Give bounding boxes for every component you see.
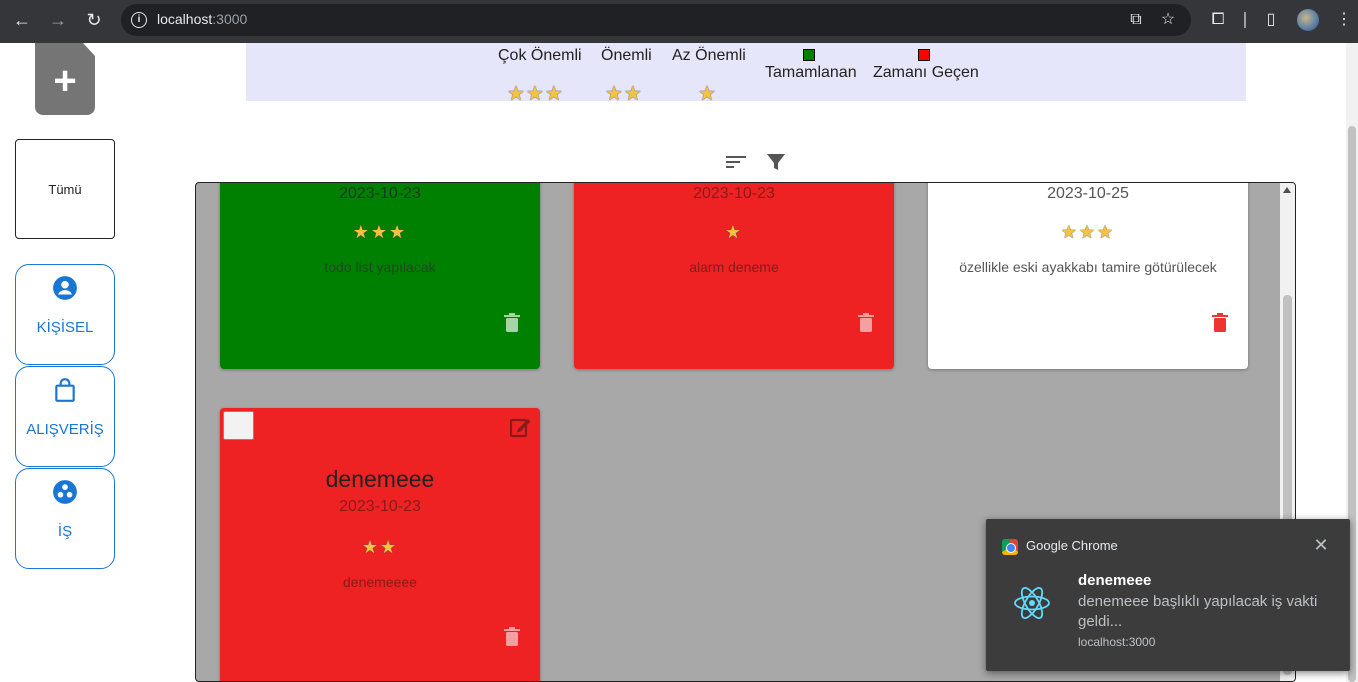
todo-card[interactable]: 2023-10-23 ★ alarm deneme [574,183,894,369]
delete-icon[interactable] [858,313,874,333]
card-date: 2023-10-23 [339,498,421,515]
legend-completed-label: Tamamlanan [765,64,857,81]
browser-toolbar: ← → ↻ i localhost:3000 ⧉ ☆ ⧠ ▯ ⋮ [0,0,1358,43]
sort-icon[interactable] [725,153,747,171]
notification-body: denemeee başlıklı yapılacak iş vakti gel… [1078,593,1318,630]
shopping-bag-icon [16,377,114,408]
notification-app-name: Google Chrome [1026,538,1118,553]
forward-icon[interactable]: → [44,8,72,32]
category-personal-button[interactable]: KİŞİSEL [15,264,115,365]
edit-icon[interactable] [509,416,532,438]
more-menu-icon[interactable]: ⋮ [1332,9,1356,31]
extensions-icon[interactable]: ⧠ [1206,9,1230,31]
add-note-button[interactable]: + [35,43,95,115]
reload-icon[interactable]: ↻ [80,8,108,32]
card-description: todo list yapılacak [324,259,436,275]
react-logo-icon [1012,583,1052,623]
card-description: özellikle eski ayakkabı tamire götürülec… [959,259,1217,275]
close-icon[interactable]: ✕ [1311,535,1331,556]
delete-icon[interactable] [504,313,520,333]
card-date: 2023-10-25 [1047,185,1129,202]
todo-card[interactable]: 2023-10-23 ★★★ todo list yapılacak [220,183,540,369]
back-icon[interactable]: ← [8,8,36,32]
notification-origin: localhost:3000 [1078,635,1156,649]
todo-card[interactable]: 2023-10-25 ★★★ özellikle eski ayakkabı t… [928,183,1248,369]
legend-completed-swatch [803,49,815,61]
category-work-label: İŞ [57,523,73,540]
profile-avatar[interactable] [1297,9,1319,31]
category-shopping-button[interactable]: ALIŞVERİŞ [15,366,115,467]
card-stars: ★ [724,222,744,242]
card-description: alarm deneme [689,259,779,275]
card-checkbox[interactable] [223,411,254,440]
legend-medium-label: Önemli [601,47,652,64]
filter-icon[interactable] [766,152,786,172]
delete-icon[interactable] [504,627,520,647]
card-title: denemeee [325,466,435,492]
address-bar[interactable]: i localhost:3000 ⧉ ☆ [121,4,1191,36]
legend-low-stars: ★ [698,83,717,105]
legend-low-label: Az Önemli [672,47,746,64]
all-category-label: Tümü [48,181,82,197]
bookmark-star-icon[interactable]: ☆ [1157,9,1179,31]
scroll-up-arrow-icon[interactable] [1283,187,1291,193]
workspaces-icon [16,479,114,510]
browser-notification[interactable]: Google Chrome ✕ denemeee denemeee başlık… [986,519,1350,671]
legend-overdue-label: Zamanı Geçen [873,64,979,81]
site-info-icon[interactable]: i [131,12,147,28]
all-category-button[interactable]: Tümü [15,139,115,239]
card-stars: ★★★ [1060,222,1116,242]
card-description: denemeeee [343,574,417,590]
legend-medium-stars: ★★ [605,83,643,105]
url-text: localhost:3000 [157,11,248,27]
legend-overdue-swatch [918,49,930,61]
card-stars: ★★★ [352,222,408,242]
delete-icon[interactable] [1212,313,1228,333]
toolbar-divider [1244,12,1246,28]
card-stars: ★★ [361,537,399,557]
priority-legend: Çok Önemli ★★★ Önemli ★★ Az Önemli ★ Tam… [246,43,1246,105]
card-date: 2023-10-23 [693,185,775,202]
todo-card-selected[interactable]: denemeee 2023-10-23 ★★ denemeeee [220,408,540,681]
category-shopping-label: ALIŞVERİŞ [26,421,104,438]
side-panel-icon[interactable]: ▯ [1259,9,1283,31]
category-personal-label: KİŞİSEL [36,319,94,336]
plus-icon: + [53,59,77,103]
category-work-button[interactable]: İŞ [15,468,115,569]
legend-high-stars: ★★★ [507,83,564,105]
notification-title: denemeee [1078,572,1152,589]
open-external-icon[interactable]: ⧉ [1125,9,1147,31]
legend-high-label: Çok Önemli [498,47,582,64]
card-date: 2023-10-23 [339,185,421,202]
person-icon [16,275,114,306]
chrome-logo-icon [1002,539,1018,555]
